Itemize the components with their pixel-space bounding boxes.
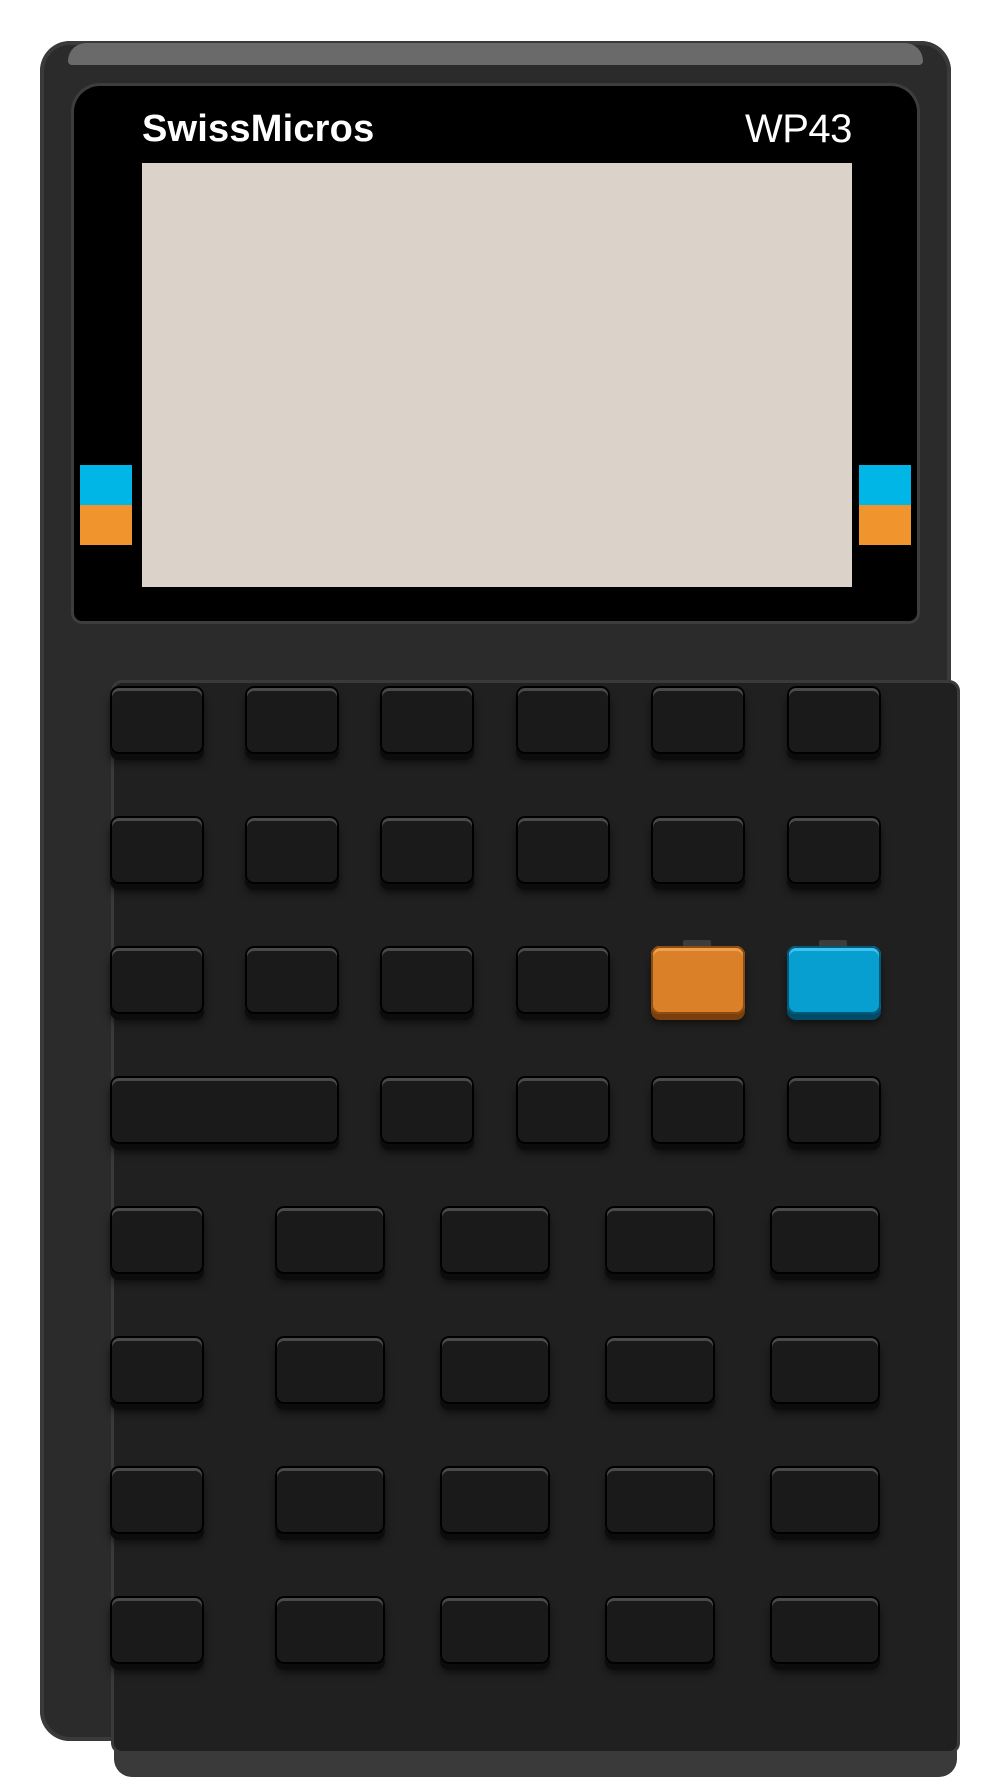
key-r2-c4[interactable] xyxy=(516,816,610,884)
key-r2-c3[interactable] xyxy=(380,816,474,884)
key-r1-c5[interactable] xyxy=(651,686,745,754)
key-r6-c2[interactable] xyxy=(275,1336,385,1404)
key-r4-c6[interactable] xyxy=(787,1076,881,1144)
model-label: WP43 xyxy=(745,107,852,151)
key-r2-c2[interactable] xyxy=(245,816,339,884)
key-r8-c1[interactable] xyxy=(110,1596,204,1664)
key-r1-c3[interactable] xyxy=(380,686,474,754)
key-r5-c4[interactable] xyxy=(605,1206,715,1274)
key-r4-c5[interactable] xyxy=(651,1076,745,1144)
lcd-screen xyxy=(142,163,852,587)
key-r1-c1[interactable] xyxy=(110,686,204,754)
key-r8-c3[interactable] xyxy=(440,1596,550,1664)
f-shift-key[interactable] xyxy=(651,940,745,1014)
key-r6-c3[interactable] xyxy=(440,1336,550,1404)
key-notch xyxy=(819,940,847,946)
key-r7-c2[interactable] xyxy=(275,1466,385,1534)
key-r8-c2[interactable] xyxy=(275,1596,385,1664)
brand-label: SwissMicros xyxy=(142,108,375,150)
key-r7-c4[interactable] xyxy=(605,1466,715,1534)
key-r3-c3[interactable] xyxy=(380,946,474,1014)
key-r3-c2[interactable] xyxy=(245,946,339,1014)
key-r6-c4[interactable] xyxy=(605,1336,715,1404)
key-r3-c4[interactable] xyxy=(516,946,610,1014)
right-f-shift-marker xyxy=(859,505,911,545)
left-f-shift-marker xyxy=(80,505,132,545)
body-top-edge xyxy=(68,43,923,65)
key-r2-c6[interactable] xyxy=(787,816,881,884)
key-r3-c1[interactable] xyxy=(110,946,204,1014)
key-r8-c4[interactable] xyxy=(605,1596,715,1664)
key-r8-c5[interactable] xyxy=(770,1596,880,1664)
key-r4-c1[interactable] xyxy=(110,1076,339,1144)
key-r5-c2[interactable] xyxy=(275,1206,385,1274)
key-r4-c3[interactable] xyxy=(380,1076,474,1144)
key-r5-c5[interactable] xyxy=(770,1206,880,1274)
key-r1-c4[interactable] xyxy=(516,686,610,754)
key-r5-c1[interactable] xyxy=(110,1206,204,1274)
body-bottom-edge xyxy=(114,1751,957,1777)
key-r7-c1[interactable] xyxy=(110,1466,204,1534)
key-r6-c1[interactable] xyxy=(110,1336,204,1404)
g-shift-key[interactable] xyxy=(787,940,881,1014)
key-r7-c3[interactable] xyxy=(440,1466,550,1534)
key-r1-c6[interactable] xyxy=(787,686,881,754)
right-g-shift-marker xyxy=(859,465,911,505)
key-r4-c4[interactable] xyxy=(516,1076,610,1144)
key-r2-c1[interactable] xyxy=(110,816,204,884)
key-notch xyxy=(683,940,711,946)
key-r2-c5[interactable] xyxy=(651,816,745,884)
key-r1-c2[interactable] xyxy=(245,686,339,754)
key-r6-c5[interactable] xyxy=(770,1336,880,1404)
left-g-shift-marker xyxy=(80,465,132,505)
key-r7-c5[interactable] xyxy=(770,1466,880,1534)
key-r5-c3[interactable] xyxy=(440,1206,550,1274)
